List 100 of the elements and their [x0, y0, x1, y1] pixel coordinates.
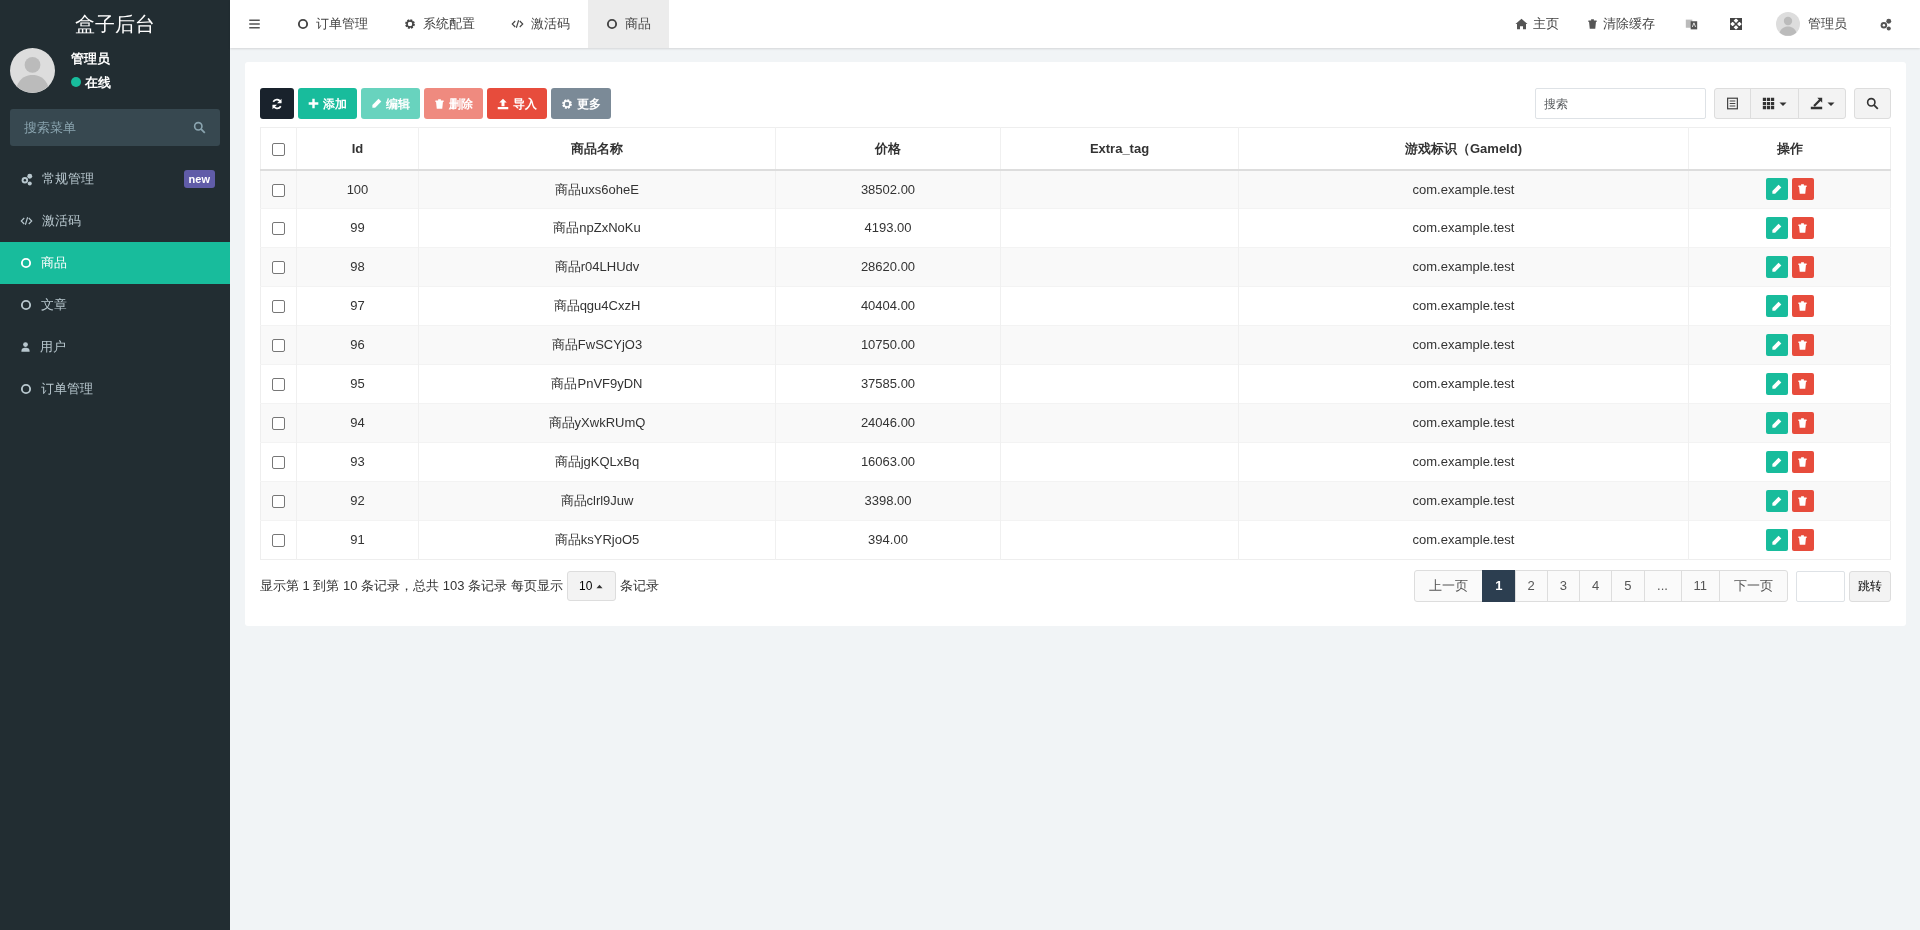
- delete-button[interactable]: [1791, 217, 1814, 239]
- delete-button[interactable]: [1791, 490, 1814, 512]
- gear-icon: [561, 97, 573, 110]
- table-cell: com.example.test: [1412, 298, 1515, 314]
- trash-icon: [1797, 261, 1808, 273]
- export-button[interactable]: [1798, 88, 1846, 119]
- translate-icon: [1685, 17, 1698, 31]
- page-button[interactable]: 5: [1611, 570, 1645, 602]
- row-checkbox[interactable]: [272, 261, 285, 275]
- export-icon: [1809, 97, 1823, 110]
- page-button[interactable]: 1: [1482, 570, 1516, 602]
- nav-tab[interactable]: 订单管理: [279, 0, 386, 48]
- prev-page-button[interactable]: 上一页: [1414, 570, 1484, 602]
- row-checkbox[interactable]: [272, 534, 285, 548]
- page-button[interactable]: ...: [1643, 570, 1682, 602]
- delete-button[interactable]: [1791, 256, 1814, 278]
- edit-button[interactable]: [1765, 295, 1788, 317]
- toggle-view-button[interactable]: [1714, 88, 1751, 119]
- search-icon: [193, 121, 206, 134]
- sidebar-item[interactable]: 激活码: [0, 200, 230, 242]
- row-checkbox[interactable]: [272, 378, 285, 392]
- delete-button[interactable]: [1791, 529, 1814, 551]
- app-logo: 盒子后台: [74, 12, 156, 37]
- page-button[interactable]: 4: [1579, 570, 1613, 602]
- jump-button[interactable]: 跳转: [1849, 570, 1891, 602]
- row-checkbox[interactable]: [272, 222, 285, 236]
- row-checkbox[interactable]: [272, 183, 285, 197]
- table-cell: 100: [346, 181, 369, 197]
- nav-tab[interactable]: 系统配置: [386, 0, 493, 48]
- search-icon: [1866, 97, 1879, 110]
- circle-icon: [297, 18, 309, 30]
- page-button[interactable]: 3: [1546, 570, 1581, 602]
- nav-tab[interactable]: 商品: [588, 0, 669, 48]
- search-field[interactable]: 搜索: [1535, 88, 1706, 119]
- delete-button[interactable]: [1791, 334, 1814, 356]
- search-button[interactable]: [1854, 88, 1891, 119]
- edit-button[interactable]: [1765, 451, 1788, 473]
- table-cell: 商品yXwkRUmQ: [548, 415, 646, 431]
- circle-icon: [20, 383, 32, 395]
- trash-icon: [1797, 456, 1808, 468]
- page-size-button[interactable]: 10: [566, 571, 616, 601]
- edit-button[interactable]: [1765, 412, 1788, 434]
- sidebar-item[interactable]: 订单管理: [0, 368, 230, 410]
- trash-icon: [1797, 495, 1808, 507]
- circle-icon: [20, 257, 32, 269]
- refresh-icon: [271, 97, 283, 110]
- page-button[interactable]: 11: [1680, 570, 1720, 602]
- edit-button[interactable]: [1765, 490, 1788, 512]
- delete-button[interactable]: [1791, 373, 1814, 395]
- row-checkbox[interactable]: [272, 417, 285, 431]
- delete-button[interactable]: [1791, 178, 1814, 201]
- grid-icon: [1762, 97, 1775, 110]
- page-number-field[interactable]: [1796, 570, 1845, 602]
- page-button[interactable]: 2: [1514, 570, 1548, 602]
- next-page-button[interactable]: 下一页: [1719, 570, 1788, 602]
- user-status: 在线: [85, 73, 111, 92]
- pencil-icon: [1771, 456, 1782, 468]
- row-checkbox[interactable]: [272, 456, 285, 470]
- nav-tab[interactable]: 激活码: [493, 0, 588, 48]
- edit-button[interactable]: [1765, 217, 1788, 239]
- column-header: Id: [351, 140, 364, 156]
- table-cell: 96: [350, 337, 365, 353]
- sidebar-item[interactable]: 文章: [0, 284, 230, 326]
- refresh-button[interactable]: [260, 88, 294, 119]
- delete-button[interactable]: [1791, 412, 1814, 434]
- row-checkbox[interactable]: [272, 339, 285, 353]
- row-checkbox[interactable]: [272, 300, 285, 314]
- menu-icon: [248, 18, 261, 30]
- avatar: [1776, 12, 1800, 36]
- trash-icon: [1797, 300, 1808, 312]
- delete-button[interactable]: [1791, 295, 1814, 317]
- sidebar-item[interactable]: 常规管理 new: [0, 158, 230, 200]
- edit-button[interactable]: [1765, 256, 1788, 278]
- table-cell: com.example.test: [1412, 415, 1515, 431]
- table-cell: 3398.00: [864, 493, 912, 509]
- pencil-icon: [1771, 378, 1782, 390]
- user-name[interactable]: 管理员: [1808, 14, 1847, 34]
- edit-button[interactable]: [1765, 178, 1788, 201]
- edit-button[interactable]: [1765, 373, 1788, 395]
- table-cell: 93: [350, 454, 365, 470]
- plus-icon: [308, 98, 319, 109]
- table-cell: 97: [350, 298, 365, 314]
- table-cell: 10750.00: [860, 337, 916, 353]
- table-cell: 92: [350, 493, 365, 509]
- menu-search-field[interactable]: 搜索菜单: [10, 109, 220, 146]
- edit-button[interactable]: [1765, 529, 1788, 551]
- delete-button[interactable]: [1791, 451, 1814, 473]
- pencil-icon: [1771, 222, 1782, 234]
- sidebar-item[interactable]: 用户: [0, 326, 230, 368]
- row-checkbox[interactable]: [272, 495, 285, 509]
- import-button[interactable]: 导入: [487, 88, 547, 119]
- nav-link[interactable]: 清除缓存: [1573, 14, 1669, 34]
- pencil-icon: [1771, 495, 1782, 507]
- edit-button[interactable]: [1765, 334, 1788, 356]
- columns-button[interactable]: [1750, 88, 1799, 119]
- more-button[interactable]: 更多: [551, 88, 611, 119]
- nav-link[interactable]: 主页: [1501, 14, 1573, 34]
- table-cell: 95: [350, 376, 365, 392]
- user-icon: [20, 341, 31, 353]
- select-all-checkbox[interactable]: [272, 142, 285, 156]
